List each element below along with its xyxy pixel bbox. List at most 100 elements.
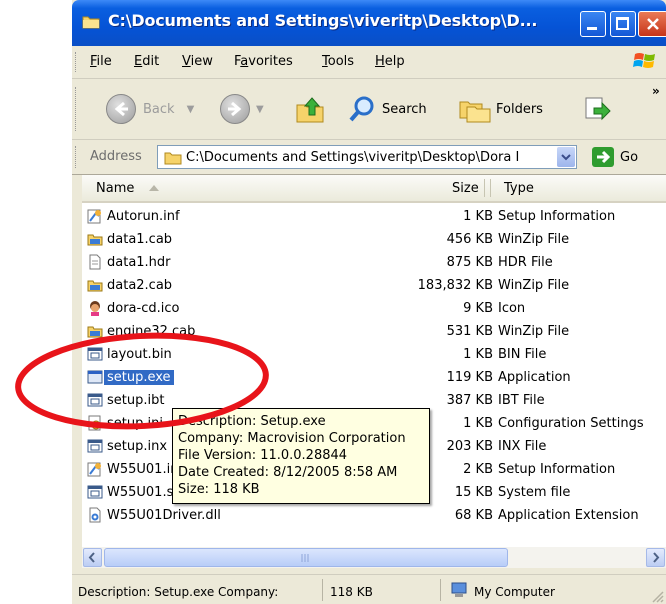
folders-label: Folders: [496, 101, 543, 117]
file-name: data1.hdr: [107, 255, 171, 270]
menu-tools[interactable]: Tools: [322, 54, 354, 69]
column-type[interactable]: Type: [504, 181, 534, 196]
bin-file-icon: [87, 438, 103, 454]
up-folder-button[interactable]: [294, 89, 326, 129]
file-name: engine32.cab: [107, 324, 196, 339]
file-row[interactable]: data2.cab 183,832 KB WinZip File: [82, 274, 666, 297]
bin-file-icon: [87, 392, 103, 408]
winzip-icon: [87, 277, 103, 293]
file-row[interactable]: W55U01Driver.dll 68 KB Application Extensi…: [82, 504, 666, 527]
back-label: Back: [143, 101, 175, 117]
toolbar-grip[interactable]: [75, 87, 79, 131]
close-button[interactable]: [638, 11, 666, 37]
file-size: 183,832 KB: [417, 278, 493, 293]
status-description: Description: Setup.exe Company:: [78, 585, 279, 599]
address-bar: Address C:\Documents and Settings\viveri…: [72, 140, 666, 175]
column-name[interactable]: Name: [96, 181, 134, 196]
file-row[interactable]: dora-cd.ico 9 KB Icon: [82, 297, 666, 320]
config-icon: [87, 415, 103, 431]
address-value: C:\Documents and Settings\viveritp\Deskt…: [186, 150, 520, 165]
winzip-icon: [87, 231, 103, 247]
menu-favorites[interactable]: Favorites: [234, 54, 293, 69]
tooltip-size: Size: 118 KB: [178, 482, 260, 497]
scroll-right-button[interactable]: [646, 548, 665, 567]
column-header: Name Size Type: [82, 175, 666, 203]
file-size: 119 KB: [446, 370, 493, 385]
back-button[interactable]: Back ▼: [106, 89, 194, 129]
tooltip-version: File Version: 11.0.0.28844: [178, 448, 348, 463]
file-name: setup.exe: [104, 370, 174, 385]
scroll-left-button[interactable]: [83, 548, 102, 567]
maximize-icon: [616, 17, 629, 30]
file-type: WinZip File: [498, 324, 570, 339]
file-size: 68 KB: [454, 508, 493, 523]
column-separator[interactable]: [490, 179, 491, 197]
minimize-button[interactable]: [580, 11, 606, 37]
dora-icon: [87, 300, 103, 316]
resize-grip-icon[interactable]: [650, 589, 664, 603]
file-type: BIN File: [498, 347, 547, 362]
chevron-down-icon: [561, 154, 571, 161]
go-arrow-icon: [592, 147, 614, 167]
menu-edit[interactable]: Edit: [134, 54, 159, 69]
address-input[interactable]: C:\Documents and Settings\viveritp\Deskt…: [157, 145, 577, 169]
search-label: Search: [382, 101, 427, 117]
go-label: Go: [620, 149, 639, 165]
forward-button[interactable]: ▼: [220, 89, 264, 129]
views-button[interactable]: [582, 89, 612, 129]
file-name: W55U01Driver.dll: [107, 508, 221, 523]
address-dropdown-button[interactable]: [557, 147, 575, 167]
title-bar[interactable]: C:\Documents and Settings\viveritp\Deskt…: [72, 0, 666, 46]
menu-file[interactable]: File: [90, 54, 112, 69]
close-icon: [647, 18, 659, 30]
move-to-icon: [585, 97, 611, 121]
status-size: 118 KB: [330, 585, 373, 599]
maximize-button[interactable]: [610, 11, 636, 37]
column-separator[interactable]: [484, 179, 485, 197]
address-grip[interactable]: [75, 146, 79, 168]
sort-ascending-icon: [149, 185, 159, 191]
file-row[interactable]: layout.bin 1 KB BIN File: [82, 343, 666, 366]
file-row[interactable]: Autorun.inf 1 KB Setup Information: [82, 205, 666, 228]
menu-help[interactable]: Help: [375, 54, 405, 69]
folders-icon: [459, 101, 491, 123]
folders-button[interactable]: Folders: [458, 89, 543, 129]
folder-icon: [82, 16, 100, 29]
scroll-thumb[interactable]: [104, 548, 508, 567]
file-name: data1.cab: [107, 232, 173, 247]
file-row[interactable]: data1.hdr 875 KB HDR File: [82, 251, 666, 274]
file-size: 387 KB: [446, 393, 493, 408]
file-name: data2.cab: [107, 278, 173, 293]
menu-view[interactable]: View: [182, 54, 213, 69]
menu-bar: File Edit View Favorites Tools Help: [72, 46, 666, 79]
up-folder-icon: [296, 97, 324, 123]
status-separator: [322, 579, 323, 601]
back-arrow-icon: [106, 94, 136, 124]
file-type: IBT File: [498, 393, 545, 408]
setup-info-icon: [87, 208, 103, 224]
file-type: Icon: [498, 301, 526, 316]
file-row[interactable]: engine32.cab 531 KB WinZip File: [82, 320, 666, 343]
file-name: setup.ini: [107, 416, 163, 431]
bin-file-icon: [87, 484, 103, 500]
horizontal-scrollbar[interactable]: [82, 547, 666, 568]
toolbar-overflow-chevron[interactable]: »: [652, 81, 660, 101]
file-type: System file: [498, 485, 571, 500]
file-type: WinZip File: [498, 232, 570, 247]
file-row[interactable]: data1.cab 456 KB WinZip File: [82, 228, 666, 251]
search-button[interactable]: Search: [347, 89, 427, 129]
file-type: Application Extension: [498, 508, 639, 523]
file-size: 875 KB: [446, 255, 493, 270]
file-row[interactable]: setup.exe 119 KB Application: [82, 366, 666, 389]
file-type: Configuration Settings: [498, 416, 644, 431]
file-name: layout.bin: [107, 347, 172, 362]
status-zone: My Computer: [474, 585, 555, 599]
menu-grip[interactable]: [75, 52, 79, 72]
back-dropdown-icon: ▼: [186, 103, 195, 115]
go-button[interactable]: Go: [592, 146, 638, 168]
file-size: 15 KB: [454, 485, 493, 500]
windows-logo-icon: [633, 53, 655, 68]
folder-icon: [164, 152, 182, 165]
file-type: Application: [498, 370, 571, 385]
column-size[interactable]: Size: [452, 181, 479, 196]
